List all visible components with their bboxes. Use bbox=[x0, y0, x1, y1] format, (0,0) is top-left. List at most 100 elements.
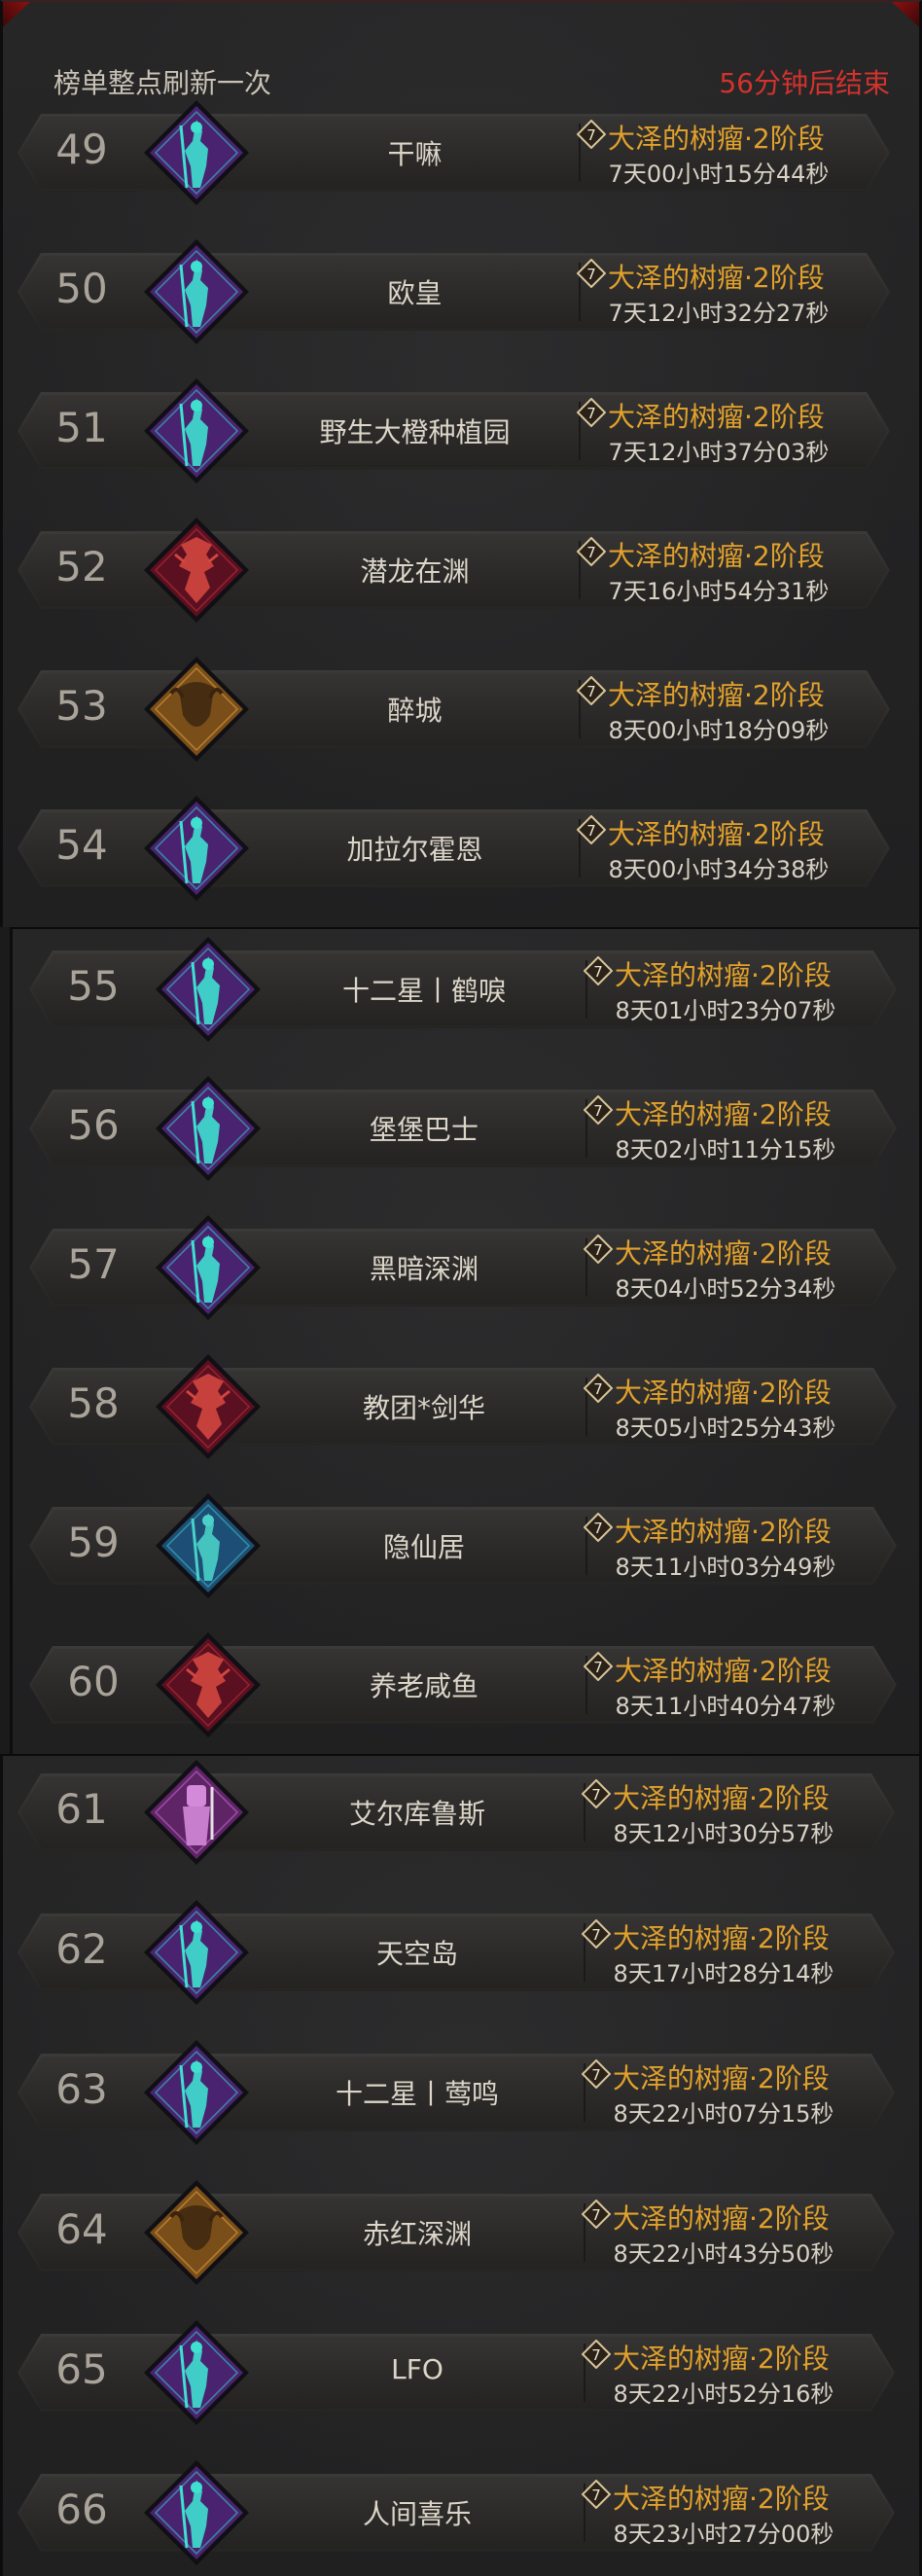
gold-barbarian-emblem-icon bbox=[142, 2178, 251, 2287]
leaderboard-row[interactable]: 63 十二星丨莺鸣 7 大泽的树瘤·2阶段 8天22小时07分15秒 bbox=[18, 2040, 895, 2145]
svg-text:7: 7 bbox=[591, 1926, 601, 1944]
record-info: 7 大泽的树瘤·2阶段 8天22小时52分16秒 bbox=[574, 2338, 856, 2409]
clan-name: 人间喜乐 bbox=[362, 2498, 472, 2530]
clear-time: 7天16小时54分31秒 bbox=[608, 578, 830, 605]
tier-badge-icon: 7 bbox=[576, 397, 607, 428]
boss-name: 大泽的树瘤·2阶段 bbox=[608, 123, 825, 155]
leaderboard-row[interactable]: 55 十二星丨鹤唳 7 大泽的树瘤·2阶段 8天01小时23分07秒 bbox=[29, 937, 897, 1042]
leaderboard-row[interactable]: 53 醉城 7 大泽的树瘤·2阶段 8天00小时18分09秒 bbox=[18, 657, 890, 762]
clear-time: 8天05小时25分43秒 bbox=[615, 1414, 836, 1442]
boss-name: 大泽的树瘤·2阶段 bbox=[608, 679, 825, 711]
boss-name: 大泽的树瘤·2阶段 bbox=[608, 818, 825, 850]
record-info: 7 大泽的树瘤·2阶段 7天12小时32分27秒 bbox=[569, 257, 851, 328]
boss-name: 大泽的树瘤·2阶段 bbox=[613, 2062, 830, 2094]
leaderboard-row[interactable]: 66 人间喜乐 7 大泽的树瘤·2阶段 8天23小时27分00秒 bbox=[18, 2460, 895, 2565]
tier-badge-icon: 7 bbox=[583, 955, 614, 986]
clan-name: 野生大橙种植园 bbox=[319, 416, 511, 448]
clan-name: LFO bbox=[391, 2353, 443, 2385]
rank-number: 54 bbox=[55, 821, 108, 869]
boss-name: 大泽的树瘤·2阶段 bbox=[613, 1782, 830, 1814]
clear-time: 8天01小时23分07秒 bbox=[615, 997, 836, 1024]
boss-name: 大泽的树瘤·2阶段 bbox=[613, 2202, 830, 2235]
tier-badge-icon: 7 bbox=[583, 1094, 614, 1126]
leaderboard-row[interactable]: 51 野生大橙种植园 7 大泽的树瘤·2阶段 7天12小时37分03秒 bbox=[18, 378, 890, 483]
svg-text:7: 7 bbox=[586, 266, 596, 283]
tier-badge-icon: 7 bbox=[576, 258, 607, 289]
leaderboard-row[interactable]: 64 赤红深渊 7 大泽的树瘤·2阶段 8天22小时43分50秒 bbox=[18, 2180, 895, 2285]
clear-time: 8天23小时27分00秒 bbox=[613, 2521, 834, 2548]
leaderboard-panel-3 bbox=[0, 1754, 922, 2576]
clear-time: 8天00小时34分38秒 bbox=[608, 856, 830, 883]
leaderboard-row[interactable]: 60 养老咸鱼 7 大泽的树瘤·2阶段 8天11小时40分47秒 bbox=[29, 1632, 897, 1737]
purple-necro-emblem-icon bbox=[154, 1213, 263, 1322]
clan-name: 潜龙在渊 bbox=[360, 555, 470, 588]
svg-text:7: 7 bbox=[591, 2346, 601, 2364]
clear-time: 7天12小时37分03秒 bbox=[608, 439, 830, 466]
leaderboard-row[interactable]: 50 欧皇 7 大泽的树瘤·2阶段 7天12小时32分27秒 bbox=[18, 239, 890, 344]
record-info: 7 大泽的树瘤·2阶段 8天00小时34分38秒 bbox=[569, 813, 851, 884]
boss-name: 大泽的树瘤·2阶段 bbox=[615, 959, 832, 991]
clan-name: 教团*剑华 bbox=[362, 1392, 485, 1424]
svg-text:7: 7 bbox=[591, 2066, 601, 2084]
boss-name: 大泽的树瘤·2阶段 bbox=[615, 1098, 832, 1130]
boss-name: 大泽的树瘤·2阶段 bbox=[613, 1922, 830, 1954]
rank-number: 62 bbox=[55, 1925, 108, 1973]
rank-number: 64 bbox=[55, 2205, 108, 2253]
clear-time: 8天22小时43分50秒 bbox=[613, 2240, 834, 2268]
tier-badge-icon: 7 bbox=[581, 2199, 612, 2230]
tier-badge-icon: 7 bbox=[583, 1234, 614, 1265]
leaderboard-row[interactable]: 62 天空岛 7 大泽的树瘤·2阶段 8天17小时28分14秒 bbox=[18, 1900, 895, 2005]
leaderboard-row[interactable]: 52 潜龙在渊 7 大泽的树瘤·2阶段 7天16小时54分31秒 bbox=[18, 518, 890, 623]
rank-number: 63 bbox=[55, 2065, 108, 2113]
record-info: 7 大泽的树瘤·2阶段 7天00小时15分44秒 bbox=[569, 118, 851, 189]
leaderboard-row[interactable]: 54 加拉尔霍恩 7 大泽的树瘤·2阶段 8天00小时34分38秒 bbox=[18, 796, 890, 901]
rank-number: 65 bbox=[55, 2345, 108, 2393]
svg-text:7: 7 bbox=[586, 405, 596, 422]
leaderboard-row[interactable]: 61 艾尔库鲁斯 7 大泽的树瘤·2阶段 8天12小时30分57秒 bbox=[18, 1760, 895, 1865]
leaderboard-row[interactable]: 56 堡堡巴士 7 大泽的树瘤·2阶段 8天02小时11分15秒 bbox=[29, 1076, 897, 1181]
rank-number: 66 bbox=[55, 2486, 108, 2533]
purple-necro-emblem-icon bbox=[142, 237, 251, 346]
purple-necro-emblem-icon bbox=[142, 2318, 251, 2427]
svg-text:7: 7 bbox=[593, 1102, 603, 1120]
rank-number: 61 bbox=[55, 1785, 108, 1833]
record-info: 7 大泽的树瘤·2阶段 8天12小时30分57秒 bbox=[574, 1777, 856, 1848]
record-info: 7 大泽的树瘤·2阶段 7天12小时37分03秒 bbox=[569, 396, 851, 467]
tier-badge-icon: 7 bbox=[581, 2339, 612, 2370]
tier-badge-icon: 7 bbox=[581, 1918, 612, 1950]
purple-necro-emblem-icon bbox=[142, 1898, 251, 2007]
svg-text:7: 7 bbox=[593, 963, 603, 981]
svg-text:7: 7 bbox=[586, 683, 596, 700]
leaderboard-row[interactable]: 57 黑暗深渊 7 大泽的树瘤·2阶段 8天04小时52分34秒 bbox=[29, 1215, 897, 1320]
svg-text:7: 7 bbox=[586, 126, 596, 144]
leaderboard-row[interactable]: 65 LFO 7 大泽的树瘤·2阶段 8天22小时52分16秒 bbox=[18, 2320, 895, 2425]
leaderboard-header: 榜单整点刷新一次 56分钟后结束 bbox=[53, 62, 890, 101]
boss-name: 大泽的树瘤·2阶段 bbox=[613, 2343, 830, 2375]
record-info: 7 大泽的树瘤·2阶段 8天17小时28分14秒 bbox=[574, 1917, 856, 1988]
tier-badge-icon: 7 bbox=[576, 675, 607, 706]
svg-text:7: 7 bbox=[586, 544, 596, 561]
leaderboard-row[interactable]: 58 教团*剑华 7 大泽的树瘤·2阶段 8天05小时25分43秒 bbox=[29, 1354, 897, 1459]
clear-time: 8天22小时52分16秒 bbox=[613, 2380, 834, 2408]
red-demon-emblem-icon bbox=[142, 516, 251, 625]
rank-number: 58 bbox=[67, 1379, 120, 1427]
rank-number: 56 bbox=[67, 1101, 120, 1149]
clan-name: 醉城 bbox=[387, 695, 443, 727]
leaderboard-row[interactable]: 59 隐仙居 7 大泽的树瘤·2阶段 8天11小时03分49秒 bbox=[29, 1493, 897, 1598]
leaderboard-row[interactable]: 49 干嘛 7 大泽的树瘤·2阶段 7天00小时15分44秒 bbox=[18, 100, 890, 205]
clear-time: 8天04小时52分34秒 bbox=[615, 1275, 836, 1303]
svg-text:7: 7 bbox=[591, 2206, 601, 2224]
record-info: 7 大泽的树瘤·2阶段 8天01小时23分07秒 bbox=[576, 954, 858, 1025]
boss-name: 大泽的树瘤·2阶段 bbox=[608, 540, 825, 572]
record-info: 7 大泽的树瘤·2阶段 8天05小时25分43秒 bbox=[576, 1372, 858, 1443]
red-demon-emblem-icon bbox=[154, 1352, 263, 1461]
corner-ornament bbox=[3, 2, 30, 27]
clan-name: 隐仙居 bbox=[382, 1531, 465, 1563]
purple-necro-emblem-icon bbox=[142, 794, 251, 903]
purple-necro-emblem-icon bbox=[142, 2458, 251, 2567]
boss-name: 大泽的树瘤·2阶段 bbox=[615, 1377, 832, 1409]
boss-name: 大泽的树瘤·2阶段 bbox=[613, 2483, 830, 2515]
tier-badge-icon: 7 bbox=[583, 1373, 614, 1404]
purple-necro-emblem-icon bbox=[154, 1074, 263, 1183]
svg-text:7: 7 bbox=[593, 1520, 603, 1537]
